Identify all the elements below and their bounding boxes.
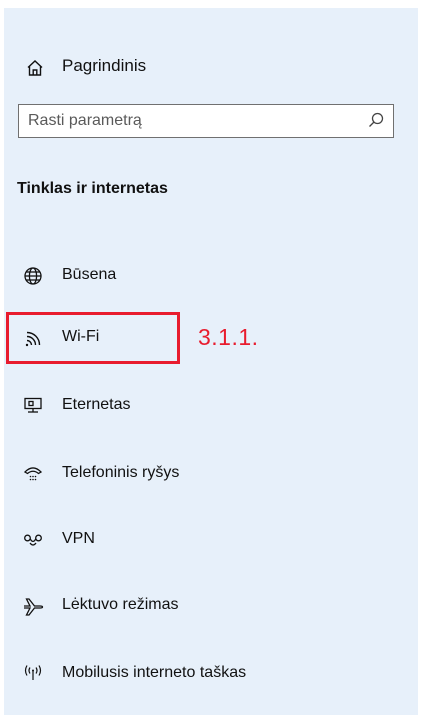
nav-item-dial-up[interactable]: Telefoninis ryšys — [4, 454, 418, 494]
globe-icon — [22, 266, 44, 286]
nav-item-label: VPN — [62, 530, 95, 547]
home-nav-item[interactable]: Pagrindinis — [4, 48, 418, 88]
settings-search-box[interactable] — [18, 104, 394, 138]
search-input[interactable] — [19, 105, 368, 136]
nav-item-status[interactable]: Būsena — [4, 256, 418, 296]
nav-item-label: Lėktuvo režimas — [62, 596, 179, 613]
airplane-icon — [22, 596, 44, 616]
nav-item-label: Mobilusis interneto taškas — [62, 664, 247, 681]
nav-item-mobile-hotspot[interactable]: Mobilusis interneto taškas — [4, 654, 418, 694]
nav-item-airplane-mode[interactable]: Lėktuvo režimas — [4, 586, 418, 626]
nav-item-ethernet[interactable]: Eternetas — [4, 386, 418, 426]
ethernet-icon — [22, 396, 44, 416]
nav-item-label: Būsena — [62, 266, 117, 283]
hotspot-icon — [22, 664, 44, 684]
nav-item-vpn[interactable]: VPN — [4, 520, 418, 560]
vpn-icon — [22, 530, 44, 550]
nav-item-label: Telefoninis ryšys — [62, 464, 180, 481]
home-label: Pagrindinis — [62, 56, 147, 75]
nav-item-label: Eternetas — [62, 396, 131, 413]
section-title: Tinklas ir internetas — [17, 180, 168, 197]
step-annotation: 3.1.1. — [198, 324, 259, 350]
settings-sidebar: Pagrindinis Tinklas ir internetas Būsena — [4, 8, 418, 715]
dial-up-icon — [22, 464, 44, 484]
wifi-highlight-box — [6, 312, 180, 364]
home-icon — [26, 59, 44, 77]
search-icon[interactable] — [367, 111, 385, 129]
